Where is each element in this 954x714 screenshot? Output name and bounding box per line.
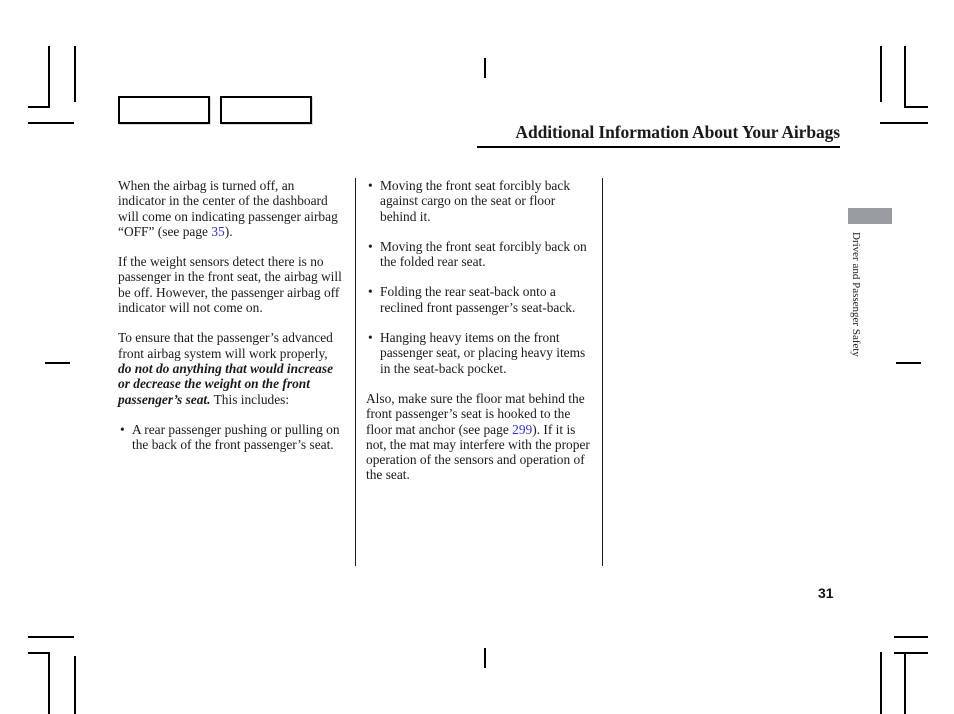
header-divider-rule xyxy=(477,146,840,148)
list-item: • Moving the front seat forcibly back on… xyxy=(366,239,594,270)
paragraph-airbag-off-indicator: When the airbag is turned off, an indica… xyxy=(118,178,342,239)
list-item-text: Hanging heavy items on the front passeng… xyxy=(380,330,586,376)
list-item: • Hanging heavy items on the front passe… xyxy=(366,330,594,376)
registration-box-left xyxy=(118,96,210,124)
crop-mark-bottom-right-horizontal-outer xyxy=(894,636,928,638)
bullet-marker-icon: • xyxy=(368,330,373,346)
paragraph-weight-sensors: If the weight sensors detect there is no… xyxy=(118,254,342,316)
crop-mark-top-right-horizontal-outer xyxy=(880,122,928,124)
crop-mark-bottom-left-horizontal-outer xyxy=(28,636,74,638)
bullet-marker-icon: • xyxy=(368,178,373,193)
paragraph-ensure-proper-operation: To ensure that the passenger’s advanced … xyxy=(118,330,342,406)
column-divider-rule-left xyxy=(355,178,356,566)
paragraph-text: To ensure that the passenger’s advanced … xyxy=(118,330,333,361)
list-item-text: Moving the front seat forcibly back on t… xyxy=(380,238,587,270)
bullet-marker-icon: • xyxy=(368,238,373,254)
crop-mark-top-right-vertical-outer xyxy=(880,46,882,102)
column-divider-rule-right xyxy=(602,178,603,566)
registration-tick-right-middle xyxy=(896,362,921,364)
side-tab-label: Driver and Passenger Safety xyxy=(850,232,862,357)
list-item: • Folding the rear seat-back onto a recl… xyxy=(366,284,594,315)
registration-box-right xyxy=(220,96,312,124)
list-item-text: A rear passenger pushing or pulling on t… xyxy=(132,421,340,453)
paragraph-text-tail: This includes: xyxy=(213,391,290,407)
registration-tick-left-middle xyxy=(45,362,70,364)
list-item-text: Moving the front seat forcibly back agai… xyxy=(380,178,571,224)
crop-mark-bottom-right-vertical-inner xyxy=(904,652,906,714)
bullet-list-right: • Moving the front seat forcibly back ag… xyxy=(366,178,594,376)
crop-mark-top-center xyxy=(484,58,486,78)
bullet-marker-icon: • xyxy=(120,421,125,437)
crop-mark-bottom-left-vertical-inner xyxy=(48,652,50,714)
crop-mark-top-left-horizontal-outer xyxy=(28,122,74,124)
page-cross-reference-35[interactable]: 35 xyxy=(211,224,224,239)
crop-mark-top-left-vertical-outer xyxy=(74,46,76,102)
crop-mark-bottom-right-horizontal-inner xyxy=(894,652,928,654)
side-tab-marker xyxy=(848,208,892,224)
crop-mark-bottom-left-vertical-outer xyxy=(74,656,76,714)
crop-mark-bottom-right-vertical-outer xyxy=(880,652,882,714)
page-cross-reference-299[interactable]: 299 xyxy=(512,422,532,437)
list-item-text: Folding the rear seat-back onto a reclin… xyxy=(380,284,576,315)
page-title: Additional Information About Your Airbag… xyxy=(515,122,840,142)
page-header: Additional Information About Your Airbag… xyxy=(477,122,840,148)
crop-mark-top-right-horizontal-inner xyxy=(904,106,928,108)
page-number: 31 xyxy=(818,585,834,601)
list-item: • A rear passenger pushing or pulling on… xyxy=(118,422,342,453)
crop-mark-bottom-left-horizontal-inner xyxy=(28,652,50,654)
bullet-list-left: • A rear passenger pushing or pulling on… xyxy=(118,422,342,453)
list-item: • Moving the front seat forcibly back ag… xyxy=(366,178,594,224)
bullet-marker-icon: • xyxy=(368,284,373,300)
crop-mark-top-left-horizontal-inner xyxy=(28,106,50,108)
paragraph-text-tail: ). xyxy=(224,223,233,239)
body-column-right: • Moving the front seat forcibly back ag… xyxy=(366,178,594,483)
paragraph-floor-mat-anchor: Also, make sure the floor mat behind the… xyxy=(366,391,594,483)
crop-mark-bottom-center xyxy=(484,648,486,668)
body-column-left: When the airbag is turned off, an indica… xyxy=(118,178,342,467)
crop-mark-top-right-vertical-inner xyxy=(904,46,906,108)
crop-mark-top-left-vertical-inner xyxy=(48,46,50,108)
